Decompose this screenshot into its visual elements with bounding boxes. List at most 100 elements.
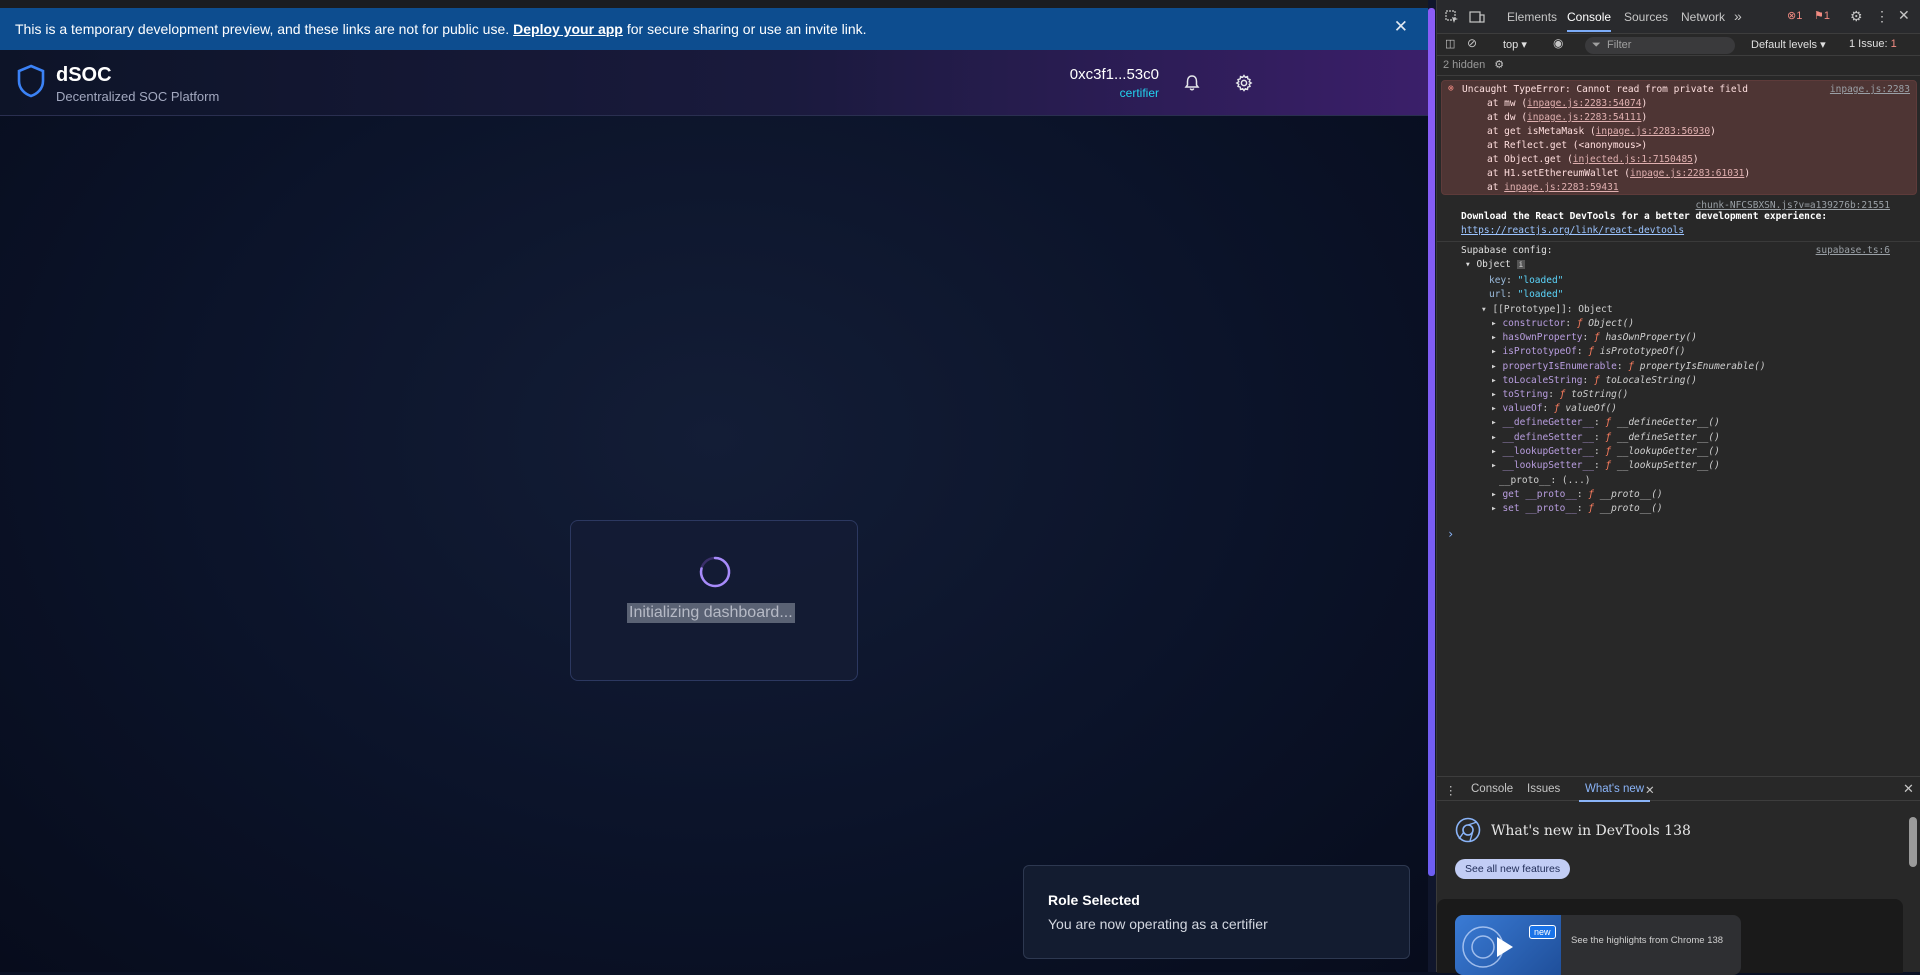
stack-frame-fn: at get isMetaMask ( <box>1487 126 1596 137</box>
method-value: hasOwnProperty() <box>1605 332 1697 344</box>
method-key: valueOf <box>1502 403 1543 415</box>
close-devtools-icon[interactable]: ✕ <box>1898 7 1910 24</box>
info-icon: i <box>1516 260 1526 269</box>
stack-frame-link[interactable]: inpage.js:2283:59431 <box>1504 182 1618 193</box>
see-all-features-button[interactable]: See all new features <box>1455 859 1571 879</box>
prototype-method[interactable]: ▸ hasOwnProperty: ƒ hasOwnProperty() <box>1491 332 1697 343</box>
filter-placeholder: Filter <box>1607 39 1632 51</box>
prototype-method[interactable]: ▸ propertyIsEnumerable: ƒ propertyIsEnum… <box>1491 361 1766 372</box>
error-icon: ⊗ <box>1448 83 1454 94</box>
stack-frame-fn: at Reflect.get (<anonymous>) <box>1487 140 1648 151</box>
loading-card: Initializing dashboard... <box>570 520 858 681</box>
levels-label: Default levels <box>1751 39 1818 51</box>
stack-frame-link[interactable]: injected.js:1:7150485 <box>1573 154 1693 165</box>
filter-input[interactable]: ⏷ Filter <box>1585 37 1735 54</box>
stack-frame-link[interactable]: inpage.js:2283:54111 <box>1527 112 1641 123</box>
eye-icon[interactable]: ◉ <box>1553 36 1563 50</box>
drawer-tab-console[interactable]: Console <box>1471 783 1513 795</box>
tab-sources[interactable]: Sources <box>1624 10 1668 24</box>
issues-label: 1 Issue: <box>1849 38 1888 50</box>
stack-frame-end: ) <box>1744 168 1751 179</box>
prototype-method[interactable]: ▸ toString: ƒ toString() <box>1491 389 1628 400</box>
stack-frame-link[interactable]: inpage.js:2283:56930 <box>1596 126 1710 137</box>
banner-text-before: This is a temporary development preview,… <box>15 21 510 37</box>
stack-frame-end: ) <box>1710 126 1716 137</box>
prototype-method[interactable]: ▸ isPrototypeOf: ƒ isPrototypeOf() <box>1491 346 1686 357</box>
prototype-node[interactable]: ▾ [[Prototype]]: Object <box>1481 304 1613 315</box>
console-settings-icon[interactable]: ⚙ <box>1494 59 1504 71</box>
drawer-scrollbar[interactable] <box>1909 817 1917 867</box>
react-source-link[interactable]: chunk-NFCSBXSN.js?v=a139276b:21551 <box>1696 200 1890 211</box>
new-badge: new <box>1529 925 1556 939</box>
set-proto-node[interactable]: ▸ set __proto__: ƒ __proto__() <box>1491 503 1663 514</box>
page-scrollbar[interactable] <box>1428 8 1435 876</box>
method-key: isPrototypeOf <box>1502 346 1577 358</box>
prototype-label: [[Prototype]]: Object <box>1492 304 1613 315</box>
warning-counter[interactable]: ⚑1 <box>1814 9 1830 22</box>
prototype-method[interactable]: ▸ __defineSetter__: ƒ __defineSetter__() <box>1491 432 1720 443</box>
prototype-method[interactable]: ▸ toLocaleString: ƒ toLocaleString() <box>1491 375 1697 386</box>
context-select[interactable]: top ▾ <box>1503 38 1527 51</box>
device-toolbar-icon[interactable] <box>1469 10 1485 24</box>
set-proto-key: set __proto__ <box>1502 503 1577 514</box>
deploy-app-link[interactable]: Deploy your app <box>513 21 623 37</box>
prototype-method[interactable]: ▸ constructor: ƒ Object() <box>1491 318 1634 329</box>
method-key: __lookupSetter__ <box>1502 460 1594 471</box>
get-proto-key: get __proto__ <box>1502 489 1577 500</box>
object-node[interactable]: ▾ Object i <box>1465 259 1526 270</box>
more-tabs-button[interactable]: » <box>1734 8 1742 24</box>
method-value: __defineGetter__() <box>1616 417 1720 429</box>
method-value: __lookupGetter__() <box>1616 445 1720 457</box>
stack-frame-fn: at <box>1487 182 1505 193</box>
filter-funnel-icon: ⏷ <box>1592 39 1601 51</box>
issues-link[interactable]: 1 Issue: 1 <box>1849 38 1897 50</box>
settings-gear-icon[interactable]: ⚙ <box>1850 8 1863 25</box>
stack-frame-link[interactable]: inpage.js:2283:61031 <box>1630 168 1744 179</box>
role-toast[interactable]: Role Selected You are now operating as a… <box>1023 865 1410 959</box>
inspect-element-icon[interactable] <box>1445 10 1459 24</box>
stack-frame-fn: at Object.get ( <box>1487 154 1573 165</box>
brand-title: dSOC <box>56 64 112 86</box>
prototype-method[interactable]: ▸ __lookupGetter__: ƒ __lookupGetter__() <box>1491 446 1720 457</box>
levels-select[interactable]: Default levels ▾ <box>1751 38 1826 51</box>
tab-network[interactable]: Network <box>1681 10 1725 24</box>
close-drawer-icon[interactable]: ✕ <box>1903 781 1914 797</box>
drawer-menu-icon[interactable]: ⋮ <box>1445 783 1457 797</box>
react-devtools-link[interactable]: https://reactjs.org/link/react-devtools <box>1461 225 1684 236</box>
method-value: toString() <box>1571 389 1629 400</box>
drawer-panel: ⋮ Console Issues What's new ✕ ✕ What's n… <box>1437 776 1920 975</box>
tab-elements[interactable]: Elements <box>1507 10 1557 24</box>
method-value: __lookupSetter__() <box>1616 460 1720 471</box>
error-counter[interactable]: ⊗1 <box>1787 9 1802 22</box>
tab-console[interactable]: Console <box>1567 10 1612 32</box>
get-proto-node[interactable]: ▸ get __proto__: ƒ __proto__() <box>1491 489 1663 500</box>
stack-frame-link[interactable]: inpage.js:2283:54074 <box>1527 98 1641 109</box>
toast-title: Role Selected <box>1048 892 1140 908</box>
property-value: "loaded" <box>1517 289 1564 300</box>
proto-dunder[interactable]: __proto__: (...) <box>1499 475 1591 486</box>
preview-banner: This is a temporary development preview,… <box>0 8 1428 50</box>
method-value: Object() <box>1588 318 1635 329</box>
bell-icon[interactable] <box>1182 73 1202 93</box>
prototype-method[interactable]: ▸ __defineGetter__: ƒ __defineGetter__() <box>1491 417 1720 428</box>
method-key: constructor <box>1502 318 1566 329</box>
clear-console-icon[interactable]: ⊘ <box>1467 36 1477 50</box>
prototype-method[interactable]: ▸ __lookupSetter__: ƒ __lookupSetter__() <box>1491 460 1720 471</box>
error-source-link[interactable]: inpage.js:2283 <box>1830 84 1910 95</box>
toast-message: You are now operating as a certifier <box>1048 916 1268 932</box>
banner-close-button[interactable]: ✕ <box>1394 17 1408 37</box>
sidebar-toggle-icon[interactable]: ◫ <box>1445 37 1455 50</box>
close-tab-icon[interactable]: ✕ <box>1645 783 1655 797</box>
chevron-down-icon: ▾ <box>1521 39 1527 51</box>
set-proto-value: __proto__() <box>1599 503 1663 514</box>
kebab-menu-icon[interactable]: ⋮ <box>1875 8 1889 25</box>
gear-icon[interactable] <box>1234 73 1254 93</box>
supabase-source-link[interactable]: supabase.ts:6 <box>1816 245 1890 256</box>
stack-frame: at H1.setEthereumWallet (inpage.js:2283:… <box>1487 168 1750 179</box>
warning-count: 1 <box>1823 10 1830 22</box>
wallet-info[interactable]: 0xc3f1...53c0 certifier <box>1070 66 1159 100</box>
drawer-tab-issues[interactable]: Issues <box>1527 783 1560 795</box>
prototype-method[interactable]: ▸ valueOf: ƒ valueOf() <box>1491 403 1617 414</box>
console-prompt[interactable]: › <box>1447 527 1454 541</box>
drawer-tab-whats-new[interactable]: What's new <box>1578 783 1651 802</box>
